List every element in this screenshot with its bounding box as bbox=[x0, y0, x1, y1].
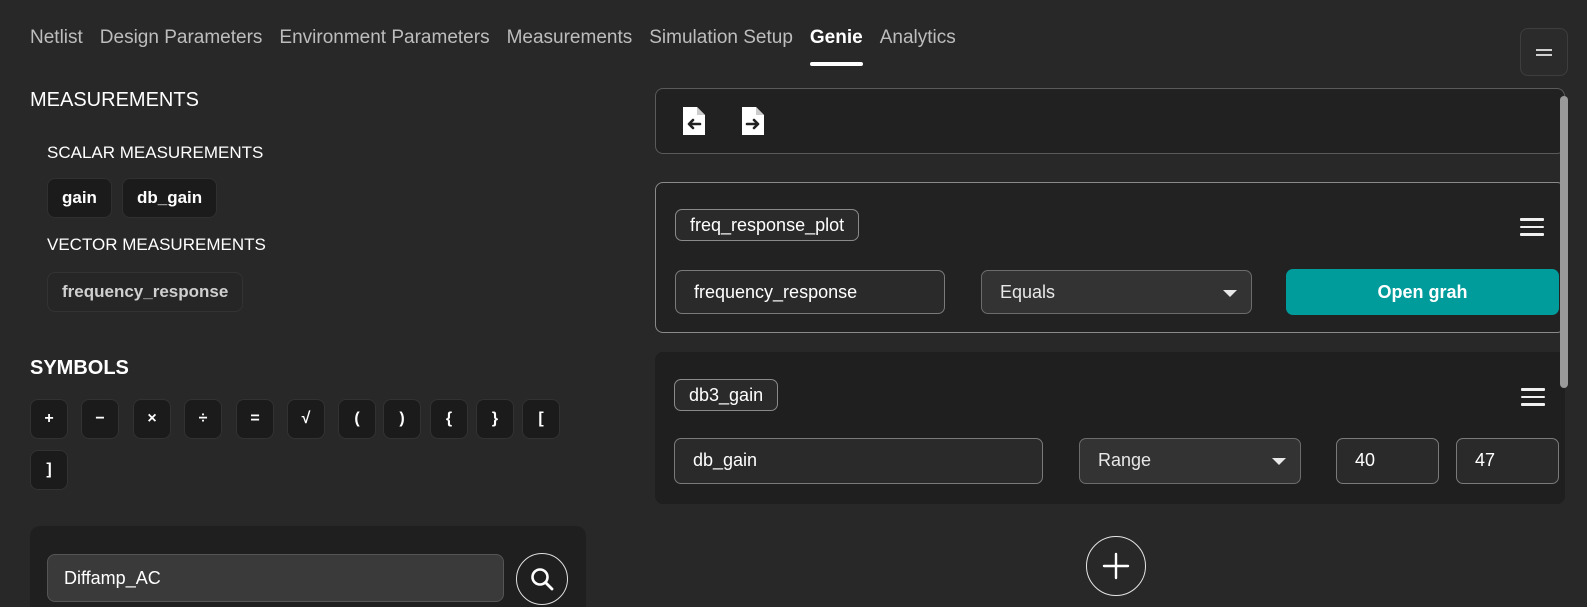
scrollbar[interactable] bbox=[1560, 96, 1568, 388]
symbol-plus[interactable]: + bbox=[30, 399, 68, 439]
plus-icon bbox=[1102, 552, 1130, 580]
measurement-field[interactable]: frequency_response bbox=[675, 270, 945, 314]
tab-genie[interactable]: Genie bbox=[809, 26, 863, 66]
symbol-equals[interactable]: = bbox=[236, 399, 274, 439]
symbol-close-brace[interactable]: } bbox=[476, 399, 514, 439]
condition-card-freq-response: freq_response_plot frequency_response Eq… bbox=[655, 182, 1565, 333]
symbol-sqrt[interactable]: √ bbox=[287, 399, 325, 439]
scalar-chip-db-gain[interactable]: db_gain bbox=[122, 178, 218, 218]
operator-select-value: Equals bbox=[1000, 282, 1056, 302]
measurement-field[interactable]: db_gain bbox=[674, 438, 1043, 484]
hamburger-icon[interactable] bbox=[1521, 388, 1545, 406]
search-input[interactable]: Diffamp_AC bbox=[47, 554, 504, 602]
symbols-title: SYMBOLS bbox=[30, 357, 129, 379]
symbol-open-paren[interactable]: ( bbox=[338, 399, 376, 439]
condition-name-tag[interactable]: freq_response_plot bbox=[675, 209, 860, 241]
hamburger-icon[interactable] bbox=[1520, 218, 1544, 236]
range-max-field[interactable]: 47 bbox=[1456, 438, 1559, 484]
search-card: Diffamp_AC bbox=[30, 526, 586, 607]
symbol-close-paren[interactable]: ) bbox=[383, 399, 421, 439]
chevron-down-icon bbox=[1272, 458, 1286, 465]
tab-netlist[interactable]: Netlist bbox=[30, 26, 83, 62]
range-min-field[interactable]: 40 bbox=[1336, 438, 1439, 484]
condition-card-db3-gain: db3_gain db_gain Range 40 47 bbox=[655, 352, 1565, 504]
top-tabs: Netlist Design Parameters Environment Pa… bbox=[30, 26, 973, 66]
search-button[interactable] bbox=[516, 553, 568, 605]
measurements-title: MEASUREMENTS bbox=[30, 89, 199, 111]
vector-chip-frequency-response[interactable]: frequency_response bbox=[47, 272, 244, 312]
symbol-divide[interactable]: ÷ bbox=[184, 399, 222, 439]
vector-measurements-title: VECTOR MEASUREMENTS bbox=[47, 235, 266, 254]
operator-select[interactable]: Equals bbox=[981, 270, 1252, 314]
scalar-chip-gain[interactable]: gain bbox=[47, 178, 112, 218]
scalar-measurements-title: SCALAR MEASUREMENTS bbox=[47, 143, 264, 162]
search-icon bbox=[531, 568, 554, 591]
export-file-icon[interactable] bbox=[739, 105, 767, 137]
tab-environment-parameters[interactable]: Environment Parameters bbox=[279, 26, 489, 62]
symbol-multiply[interactable]: × bbox=[133, 399, 171, 439]
chevron-down-icon bbox=[1223, 290, 1237, 297]
symbol-open-bracket[interactable]: [ bbox=[522, 399, 560, 439]
tab-measurements[interactable]: Measurements bbox=[507, 26, 633, 62]
menu-icon bbox=[1536, 48, 1552, 51]
genie-toolbar bbox=[655, 88, 1565, 154]
tab-simulation-setup[interactable]: Simulation Setup bbox=[649, 26, 793, 62]
symbol-close-bracket[interactable]: ] bbox=[30, 450, 68, 490]
operator-select[interactable]: Range bbox=[1079, 438, 1301, 484]
symbol-open-brace[interactable]: { bbox=[430, 399, 468, 439]
panel-menu-button[interactable] bbox=[1520, 28, 1568, 76]
open-graph-button[interactable]: Open grah bbox=[1286, 269, 1559, 315]
tab-design-parameters[interactable]: Design Parameters bbox=[100, 26, 263, 62]
import-file-icon[interactable] bbox=[680, 105, 708, 137]
condition-name-tag[interactable]: db3_gain bbox=[674, 379, 779, 411]
add-condition-button[interactable] bbox=[1086, 536, 1146, 596]
tab-analytics[interactable]: Analytics bbox=[880, 26, 956, 62]
operator-select-value: Range bbox=[1098, 450, 1152, 470]
symbol-minus[interactable]: − bbox=[81, 399, 119, 439]
